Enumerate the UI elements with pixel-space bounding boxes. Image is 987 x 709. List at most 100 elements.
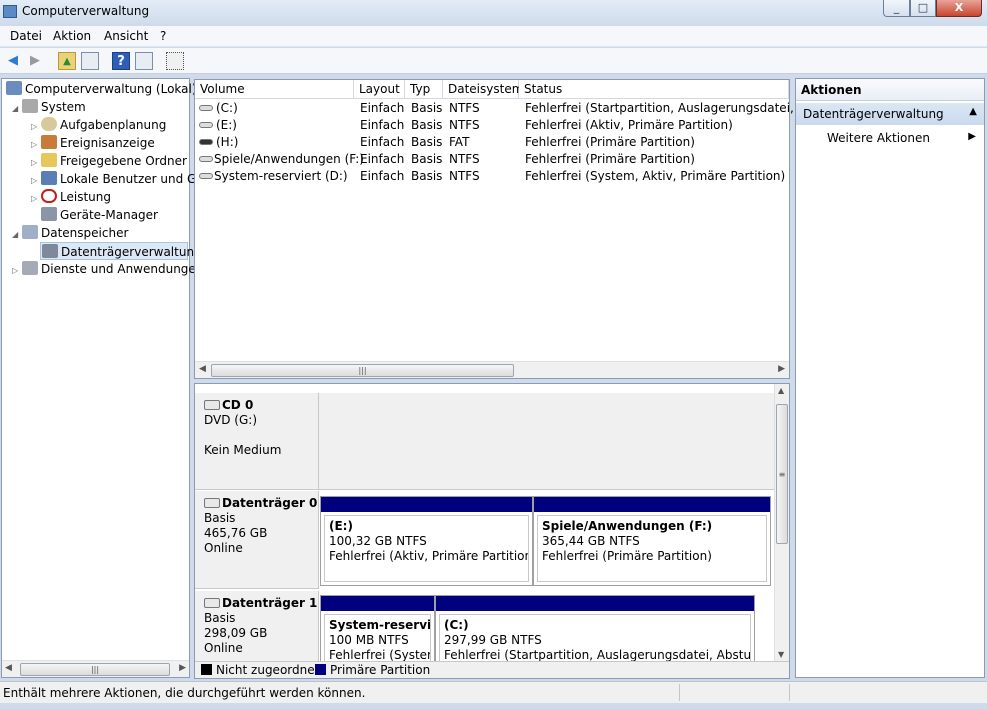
collapse-icon[interactable]: ▲ <box>969 106 977 117</box>
cell-volume: (E:) <box>216 118 237 132</box>
scroll-down-icon[interactable]: ▼ <box>778 650 784 659</box>
scroll-up-icon[interactable]: ▲ <box>778 386 784 395</box>
partition-e[interactable]: (E:) 100,32 GB NTFS Fehlerfrei (Aktiv, P… <box>320 496 533 586</box>
expander[interactable]: ◢ <box>12 226 22 244</box>
event-viewer-icon <box>41 135 57 149</box>
expander[interactable]: ▷ <box>12 262 22 280</box>
partition-title: Spiele/Anwendungen (F:) <box>542 519 713 533</box>
tree-label: Computerverwaltung (Lokal) <box>25 82 197 96</box>
show-hide-action-pane-icon[interactable] <box>135 52 153 70</box>
submenu-arrow-icon: ▶ <box>968 131 976 142</box>
partition-type-bar <box>534 497 770 512</box>
tree-item-freigegebene-ordner[interactable]: ▷ Freigegebene Ordner <box>31 152 187 170</box>
column-volume[interactable]: Volume <box>195 80 354 99</box>
table-row[interactable]: (H:) Einfach Basis FAT Fehlerfrei (Primä… <box>195 134 789 151</box>
column-status[interactable]: Status <box>519 80 789 99</box>
table-row[interactable]: (E:) Einfach Basis NTFS Fehlerfrei (Akti… <box>195 117 789 134</box>
tree-item-leistung[interactable]: ▷ Leistung <box>31 188 111 206</box>
tree-label: System <box>41 100 86 114</box>
window-title: Computerverwaltung <box>22 4 150 18</box>
scroll-right-icon[interactable]: ▶ <box>778 364 785 374</box>
forward-icon[interactable]: ▶ <box>26 52 44 70</box>
back-icon[interactable]: ◀ <box>4 52 22 70</box>
section-label: Datenträgerverwaltung <box>803 107 944 121</box>
tree-label: Dienste und Anwendungen <box>41 262 204 276</box>
tree-label: Datenträgerverwaltung <box>61 245 202 259</box>
menu-ansicht[interactable]: Ansicht <box>104 29 148 43</box>
disk-name: CD 0 <box>222 398 254 412</box>
status-bar: Enthält mehrere Aktionen, die durchgefüh… <box>0 681 987 703</box>
table-row[interactable]: (C:) Einfach Basis NTFS Fehlerfrei (Star… <box>195 100 832 117</box>
title-bar: Computerverwaltung _ □ X <box>0 0 987 24</box>
disk-info-d1[interactable]: Datenträger 1 Basis 298,09 GB Online <box>195 591 319 661</box>
scroll-left-icon[interactable]: ◀ <box>199 364 206 374</box>
partition-type-bar <box>436 596 754 611</box>
disk-size: 465,76 GB <box>204 526 268 540</box>
partition-status: Fehlerfrei (Primäre Partition) <box>542 549 712 563</box>
cell-layout: Einfach <box>360 135 405 149</box>
storage-icon <box>22 225 38 239</box>
column-typ[interactable]: Typ <box>405 80 443 99</box>
tree-item-ereignisanzeige[interactable]: ▷ Ereignisanzeige <box>31 134 155 152</box>
drive-icon <box>199 156 213 162</box>
scroll-right-icon[interactable]: ▶ <box>179 663 186 673</box>
scrollbar-thumb[interactable]: ≡ <box>776 404 788 544</box>
cd0-area[interactable] <box>319 393 774 490</box>
show-hide-tree-icon[interactable] <box>81 52 99 70</box>
maximize-button[interactable]: □ <box>910 0 936 17</box>
up-folder-icon[interactable]: ▲ <box>58 52 76 70</box>
close-button[interactable]: X <box>936 0 982 17</box>
disk-state: Online <box>204 641 243 655</box>
disk-vertical-scrollbar[interactable]: ▲ ≡ ▼ <box>774 384 789 661</box>
column-dateisystem[interactable]: Dateisystem <box>443 80 523 99</box>
tree-item-datentraegerverwaltung[interactable]: Datenträgerverwaltung <box>40 242 202 260</box>
unallocated-swatch <box>201 664 212 675</box>
disk-type: Basis <box>204 511 236 525</box>
actions-section-datentraegerverwaltung[interactable]: Datenträgerverwaltung ▲ <box>796 103 984 125</box>
partition-size: 297,99 GB NTFS <box>444 633 542 647</box>
cell-dateisystem: NTFS <box>449 152 480 166</box>
properties-icon[interactable] <box>166 52 184 70</box>
partition-system-reserved[interactable]: System-reserviert 100 MB NTFS Fehlerfrei… <box>320 595 435 661</box>
tree-item-datenspeicher[interactable]: ◢ Datenspeicher <box>12 224 128 242</box>
menu-aktion[interactable]: Aktion <box>53 29 91 43</box>
scrollbar-thumb[interactable]: ||| <box>20 663 170 676</box>
partition-c[interactable]: (C:) 297,99 GB NTFS Fehlerfrei (Startpar… <box>435 595 755 661</box>
menu-help[interactable]: ? <box>160 29 166 43</box>
disk-size: 298,09 GB <box>204 626 268 640</box>
users-icon <box>41 171 57 185</box>
actions-pane: Aktionen Datenträgerverwaltung ▲ Weitere… <box>795 78 985 678</box>
disk-icon <box>204 498 220 508</box>
volume-list: Volume Layout Typ Dateisystem Status (C:… <box>194 79 832 379</box>
menu-datei[interactable]: Datei <box>10 29 42 43</box>
cell-status: Fehlerfrei (System, Aktiv, Primäre Parti… <box>525 169 786 183</box>
table-row[interactable]: Spiele/Anwendungen (F:) Einfach Basis NT… <box>195 151 789 168</box>
tree-item-system[interactable]: ◢ System <box>12 98 86 116</box>
scrollbar-thumb[interactable]: ||| <box>211 364 514 377</box>
table-row[interactable]: System-reserviert (D:) Einfach Basis NTF… <box>195 168 789 185</box>
action-weitere-aktionen[interactable]: Weitere Aktionen ▶ <box>796 128 984 148</box>
disk-name: Datenträger 1 <box>222 596 318 610</box>
tree-item-computerverwaltung[interactable]: Computerverwaltung (Lokal) <box>4 80 197 98</box>
status-text: Enthält mehrere Aktionen, die durchgefüh… <box>3 686 366 700</box>
cell-typ: Basis <box>411 152 443 166</box>
volume-list-horizontal-scrollbar[interactable]: ◀ ||| ▶ <box>195 361 789 378</box>
minimize-button[interactable]: _ <box>883 0 910 17</box>
scroll-left-icon[interactable]: ◀ <box>5 663 12 673</box>
tree-item-aufgabenplanung[interactable]: ▷ Aufgabenplanung <box>31 116 166 134</box>
disk-info-d0[interactable]: Datenträger 0 Basis 465,76 GB Online <box>195 491 319 589</box>
cell-dateisystem: NTFS <box>449 169 480 183</box>
disk-info-cd0[interactable]: CD 0 DVD (G:) Kein Medium <box>195 393 319 490</box>
expander[interactable]: ◢ <box>12 100 22 118</box>
column-layout[interactable]: Layout <box>354 80 405 99</box>
tree-item-dienste[interactable]: ▷ Dienste und Anwendungen <box>12 260 203 278</box>
app-icon <box>3 5 17 18</box>
help-icon[interactable]: ? <box>112 52 130 70</box>
tree-item-geraete-manager[interactable]: Geräte-Manager <box>31 206 158 224</box>
tree-item-lokale-benutzer[interactable]: ▷ Lokale Benutzer und Gru <box>31 170 209 188</box>
partition-f[interactable]: Spiele/Anwendungen (F:) 365,44 GB NTFS F… <box>533 496 771 586</box>
cell-dateisystem: FAT <box>449 135 470 149</box>
partition-title: System-reserviert <box>329 618 431 632</box>
tree-horizontal-scrollbar[interactable]: ◀ ||| ▶ <box>2 660 189 677</box>
cell-typ: Basis <box>411 169 443 183</box>
